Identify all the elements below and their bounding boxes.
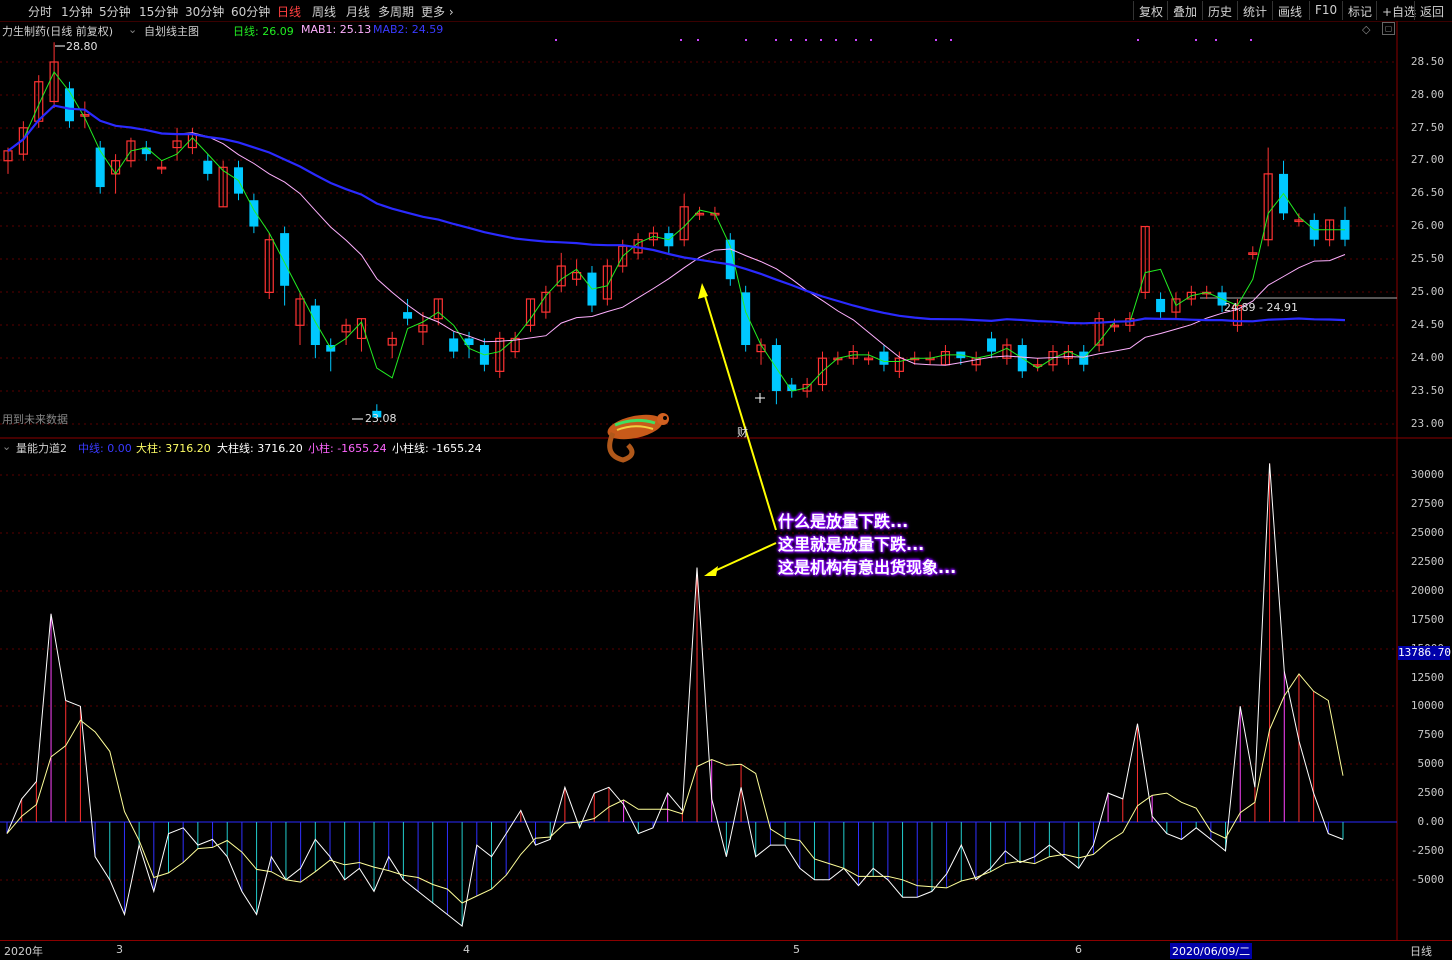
arrow-head	[704, 566, 718, 576]
candle-body	[449, 338, 459, 352]
candle-body	[203, 160, 213, 174]
small-bar-line	[6, 673, 1344, 904]
big-bar-line	[6, 463, 1344, 928]
value-tick: 25000	[1410, 526, 1444, 539]
ma-line	[7, 70, 1345, 392]
signal-dot	[835, 39, 837, 41]
price-tick: 26.00	[1410, 219, 1444, 232]
value-tick: 22500	[1410, 555, 1444, 568]
period-label[interactable]: 日线	[1410, 943, 1432, 959]
signal-dot	[1195, 39, 1197, 41]
cursor-date: 2020/06/09/二	[1170, 943, 1253, 959]
big-line-label: 大柱线: 3716.20	[217, 442, 303, 455]
signal-dot	[555, 39, 557, 41]
value-tick: 10000	[1410, 699, 1444, 712]
annotation-text: 什么是放量下跌... 这里就是放量下跌... 这是机构有意出货现象...	[778, 510, 956, 579]
low-price-label: 23.08	[365, 412, 397, 425]
candle-body	[95, 147, 105, 188]
high-price-label: 28.80	[66, 40, 98, 53]
stock-title[interactable]: 力生制药(日线 前复权)	[2, 23, 113, 39]
signal-dot	[1250, 39, 1252, 41]
signal-dot	[680, 39, 682, 41]
mab1-label: MAB1: 25.13	[301, 23, 372, 36]
value-tick: 27500	[1410, 497, 1444, 510]
cursor-value-tag: 13786.70	[1398, 646, 1451, 660]
candle-body	[879, 351, 889, 365]
date-tick: 6	[1075, 943, 1082, 956]
price-tick: 25.50	[1410, 252, 1444, 265]
signal-dot	[820, 39, 822, 41]
value-tick: 0.00	[1417, 815, 1445, 828]
price-tick: 25.00	[1410, 285, 1444, 298]
small-line-label: 小柱线: -1655.24	[392, 442, 482, 455]
big-bar-label: 大柱: 3716.20	[136, 442, 211, 455]
mab2-label: MAB2: 24.59	[373, 23, 444, 36]
value-tick: -2500	[1410, 844, 1444, 857]
date-tick: 2020年	[4, 945, 43, 958]
price-tick: 28.00	[1410, 88, 1444, 101]
price-tick: 27.00	[1410, 153, 1444, 166]
chameleon-logo	[607, 413, 669, 463]
indicator-name[interactable]: 自划线主图	[144, 23, 199, 39]
signal-dot	[950, 39, 952, 41]
signal-dot	[745, 39, 747, 41]
diamond-icon[interactable]: ◇	[1362, 23, 1370, 36]
signal-dot	[855, 39, 857, 41]
date-tick: 5	[793, 943, 800, 956]
annotation-line: 这里就是放量下跌...	[778, 535, 925, 554]
signal-dot	[805, 39, 807, 41]
candle-body	[1156, 298, 1166, 313]
date-tick: 3	[116, 943, 123, 956]
sub-dropdown-icon[interactable]: ⌄	[2, 440, 11, 453]
window-icon[interactable]: ▢	[1382, 22, 1395, 35]
signal-dot	[1215, 39, 1217, 41]
candle-body	[987, 338, 997, 352]
signal-dot	[775, 39, 777, 41]
range-label: 24.89 - 24.91	[1224, 301, 1298, 314]
value-tick: 30000	[1410, 468, 1444, 481]
signal-dot	[790, 39, 792, 41]
future-data-note: 用到未来数据	[2, 413, 68, 426]
mid-line-label: 中线: 0.00	[78, 442, 132, 455]
value-tick: 5000	[1417, 757, 1445, 770]
price-tick: 24.50	[1410, 318, 1444, 331]
value-tick: 20000	[1410, 584, 1444, 597]
annotation-arrow	[701, 285, 777, 531]
small-bar-label: 小柱: -1655.24	[308, 442, 387, 455]
date-tick: 4	[463, 943, 470, 956]
candle-body	[403, 312, 413, 319]
value-tick: -5000	[1410, 873, 1444, 886]
price-tick: 26.50	[1410, 186, 1444, 199]
signal-dot	[935, 39, 937, 41]
price-tick: 27.50	[1410, 121, 1444, 134]
chart-canvas	[0, 21, 1452, 940]
candle-body	[280, 233, 290, 286]
mab1-line	[7, 105, 1346, 366]
mab2-line	[7, 104, 1346, 325]
ma-line-label: 日线: 26.09	[233, 25, 294, 38]
value-tick: 2500	[1417, 786, 1445, 799]
value-tick: 7500	[1417, 728, 1445, 741]
price-tick: 24.00	[1410, 351, 1444, 364]
signal-dot	[1137, 39, 1139, 41]
value-tick: 12500	[1410, 671, 1444, 684]
annotation-line: 什么是放量下跌...	[778, 512, 909, 531]
annotation-line: 这是机构有意出货现象...	[778, 558, 957, 577]
value-tick: 17500	[1410, 613, 1444, 626]
signal-dot	[870, 39, 872, 41]
signal-dot	[697, 39, 699, 41]
candle-body	[64, 88, 74, 122]
arrow-head	[698, 283, 708, 299]
price-tick: 23.00	[1410, 417, 1444, 430]
dropdown-icon[interactable]: ⌄	[128, 23, 137, 36]
candle-body	[310, 305, 320, 346]
sub-indicator-name[interactable]: 量能力道2	[16, 440, 67, 456]
price-tick: 28.50	[1410, 55, 1444, 68]
price-tick: 23.50	[1410, 384, 1444, 397]
event-marker[interactable]: 财	[737, 424, 748, 440]
annotation-arrow	[707, 542, 777, 575]
